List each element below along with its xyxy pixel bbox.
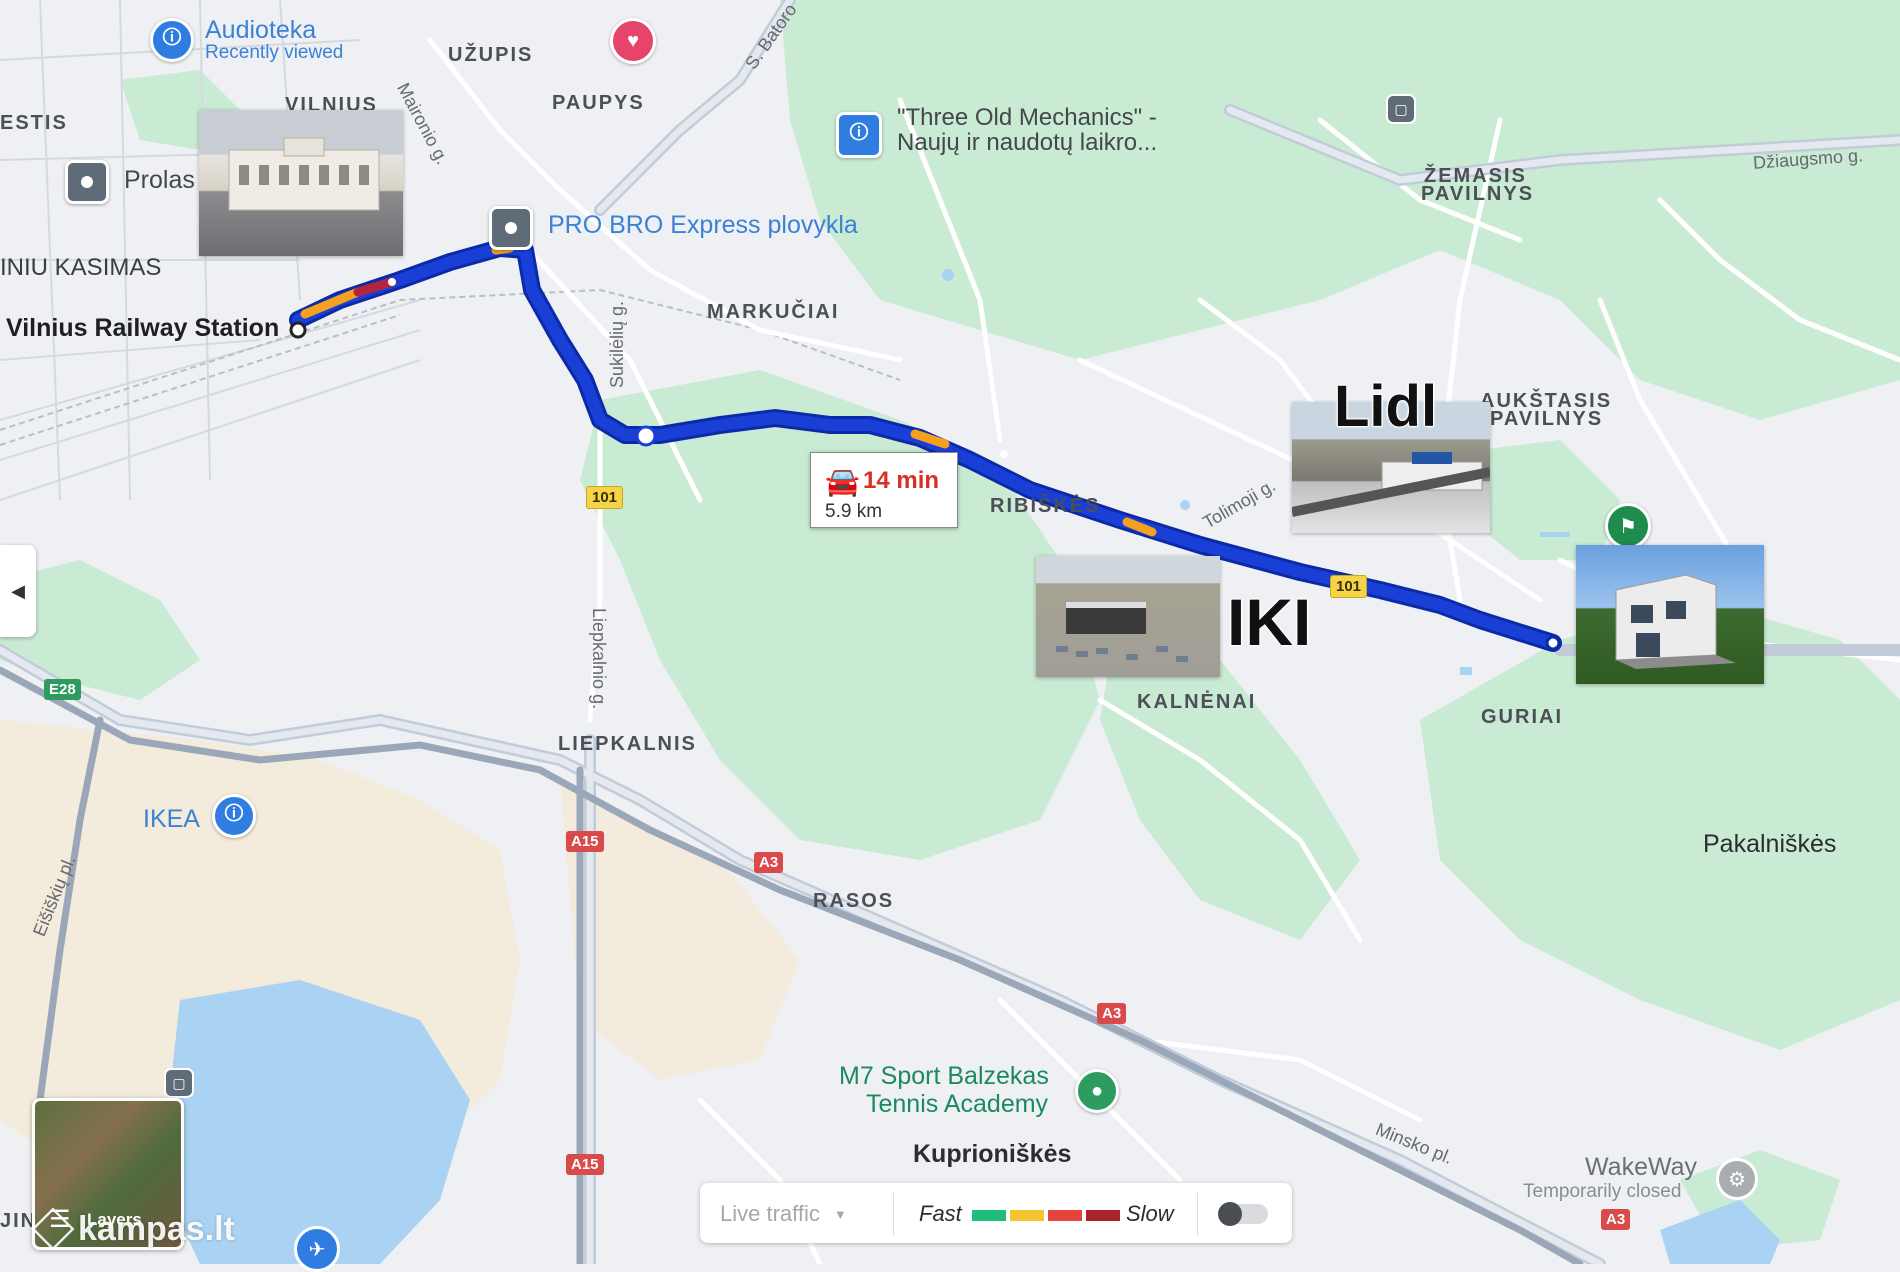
area-label-ribiskes: RIBIŠKĖS <box>990 495 1101 517</box>
ikea-pin[interactable]: 🛈 <box>212 794 256 838</box>
shield-a3-b: A3 <box>1097 1003 1127 1024</box>
poi-label-wakeway[interactable]: WakeWay <box>1585 1155 1697 1180</box>
bus-icon: ▢ <box>1394 100 1408 117</box>
poi-sublabel-wakeway: Temporarily closed <box>1523 1181 1682 1202</box>
audioteka-pin[interactable]: 🛈 <box>150 18 194 62</box>
shield-a3-c: A3 <box>1601 1209 1631 1230</box>
traffic-slow-label: Slow <box>1126 1201 1174 1226</box>
car-icon: 🚘 <box>825 466 860 497</box>
area-label-liepkalnis: LIEPKALNIS <box>558 733 697 755</box>
shield-101-b: 101 <box>1330 575 1368 598</box>
destination-house-photo[interactable] <box>1576 545 1764 684</box>
transit-pin[interactable]: ▢ <box>1386 94 1416 124</box>
place-label-railway-station[interactable]: Vilnius Railway Station <box>6 316 279 341</box>
area-label-iniu-kasimas: INIU KASIMAS <box>0 254 162 281</box>
store-label-iki: IKI <box>1226 584 1312 660</box>
traffic-toggle[interactable] <box>1218 1202 1268 1226</box>
poi-sublabel-audioteka: Recently viewed <box>205 42 344 63</box>
airport-pin[interactable]: ✈ <box>294 1226 340 1272</box>
shield-101-a: 101 <box>586 486 624 509</box>
traffic-color-very-slow <box>1086 1210 1120 1221</box>
poi-label-audioteka[interactable]: Audioteka <box>205 18 316 43</box>
street-label-sukileliu: Sukilėlių g. <box>607 300 627 388</box>
probro-pin[interactable] <box>489 206 533 250</box>
area-label-estis: ESTIS <box>0 112 68 134</box>
traffic-color-slow <box>1048 1210 1082 1221</box>
bus-icon: ▢ <box>172 1074 186 1091</box>
three-old-mechanics-pin[interactable]: 🛈 <box>836 112 882 158</box>
shopping-bag-icon: 🛈 <box>161 27 183 49</box>
wakeway-pin[interactable]: ⚙ <box>1716 1158 1758 1200</box>
poi-label-m7-2[interactable]: Tennis Academy <box>866 1092 1048 1117</box>
shield-a15-a: A15 <box>566 831 604 852</box>
shield-a3-a: A3 <box>754 852 784 873</box>
place-label-kuprioniskes: Kuprioniškės <box>913 1140 1072 1168</box>
area-label-paupys: PAUPYS <box>552 92 645 114</box>
destination-flag-pin[interactable]: ⚑ <box>1605 503 1651 549</box>
poi-label-m7-1[interactable]: M7 Sport Balzekas <box>839 1064 1049 1089</box>
airplane-icon: ✈ <box>308 1238 326 1261</box>
watermark-kampas: kampas.lt <box>78 1210 235 1248</box>
gear-icon: ⚙ <box>1728 1168 1746 1191</box>
area-label-kalnenai: KALNĖNAI <box>1137 691 1257 713</box>
station-building-graphic <box>228 137 380 211</box>
flag-icon: ⚑ <box>1619 515 1637 538</box>
sport-icon: ● <box>1090 1079 1104 1102</box>
store-label-lidl: Lidl <box>1333 373 1438 440</box>
route-distance: 5.9 km <box>825 501 883 522</box>
area-label-guriai: GURIAI <box>1481 706 1563 728</box>
area-label-aukstasis-2: PAVILNYS <box>1490 408 1604 430</box>
route-time: 14 min <box>863 467 940 494</box>
iki-photo[interactable] <box>1036 556 1220 677</box>
live-traffic-label: Live traffic <box>720 1201 820 1226</box>
chevron-down-icon: ▼ <box>833 1206 847 1222</box>
traffic-color-fast <box>972 1210 1006 1221</box>
poi-label-probro[interactable]: PRO BRO Express plovykla <box>548 213 858 238</box>
house-render-graphic <box>1615 574 1736 669</box>
area-label-zemasis-2: PAVILNYS <box>1421 183 1535 205</box>
shopping-bag-icon: 🛈 <box>848 122 870 144</box>
area-label-markuciai: MARKUČIAI <box>707 301 840 323</box>
poi-label-three-old-mechanics-1[interactable]: "Three Old Mechanics" - <box>897 106 1157 130</box>
area-label-rasos: RASOS <box>813 890 895 912</box>
route-info-box[interactable]: 🚘 14 min 5.9 km <box>810 452 958 528</box>
poi-label-three-old-mechanics-2[interactable]: Naujų ir naudotų laikro... <box>897 131 1157 155</box>
shopping-bag-icon: 🛈 <box>223 803 245 825</box>
heart-icon: ♥ <box>627 29 639 52</box>
shield-e28: E28 <box>44 679 81 700</box>
railway-station-photo[interactable] <box>199 110 403 256</box>
iki-store-graphic <box>1056 602 1188 662</box>
place-label-pakalniskes: Pakalniškės <box>1703 830 1837 858</box>
live-traffic-dropdown[interactable]: Live traffic ▼ <box>720 1201 847 1227</box>
favorite-heart-pin[interactable]: ♥ <box>610 18 656 64</box>
toggle-knob <box>1218 1202 1242 1226</box>
side-panel-toggle[interactable]: ◀ <box>0 545 36 637</box>
street-label-liepkalnio: Liepkalnio g. <box>589 608 609 710</box>
traffic-color-moderate <box>1010 1210 1044 1221</box>
transit-pin-2[interactable]: ▢ <box>164 1068 194 1098</box>
shield-a15-b: A15 <box>566 1154 604 1175</box>
chevron-left-icon: ◀ <box>11 580 25 601</box>
poi-label-ikea[interactable]: IKEA <box>143 807 200 832</box>
m7-tennis-pin[interactable]: ● <box>1075 1069 1119 1113</box>
traffic-fast-label: Fast <box>919 1201 962 1226</box>
area-label-uzupis: UŽUPIS <box>448 44 534 66</box>
traffic-legend-bar: Live traffic ▼ Fast Slow <box>700 1183 1292 1243</box>
place-label-prolas[interactable]: Prolas <box>124 168 195 193</box>
prolas-pin[interactable] <box>65 160 109 204</box>
